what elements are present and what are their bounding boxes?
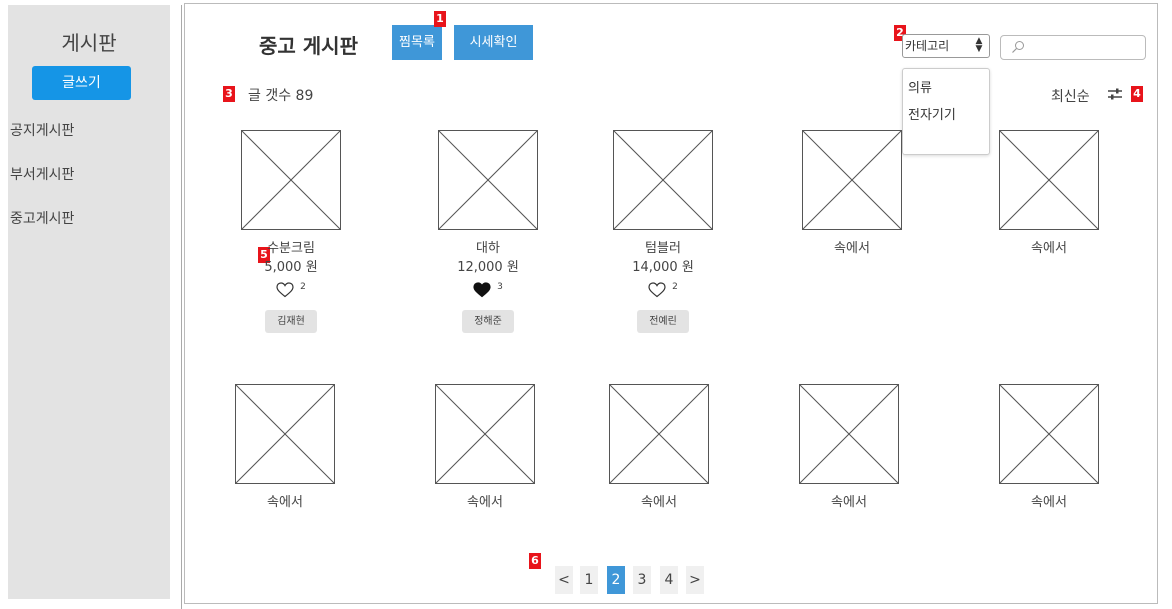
image-placeholder-icon[interactable]: [613, 130, 713, 230]
product-name: 속에서: [831, 495, 867, 510]
filter-sliders-icon[interactable]: [1107, 87, 1123, 101]
pagination-prev[interactable]: <: [555, 566, 573, 594]
like-count: 3: [497, 282, 503, 292]
image-placeholder-icon[interactable]: [609, 384, 709, 484]
pagination-page-1[interactable]: 1: [580, 566, 598, 594]
sidebar-item-department[interactable]: 부서게시판: [10, 164, 74, 184]
select-arrows-icon: ▲ ▼: [975, 36, 983, 54]
annotation-marker-3: 3: [223, 86, 235, 102]
product-card[interactable]: 속에서: [210, 384, 360, 512]
category-option-electronics[interactable]: 전자기기: [908, 104, 956, 123]
image-placeholder-icon[interactable]: [999, 130, 1099, 230]
product-card[interactable]: 속에서: [974, 384, 1124, 512]
image-placeholder-icon[interactable]: [438, 130, 538, 230]
heart-outline-icon[interactable]: [648, 282, 666, 298]
product-name: 속에서: [467, 495, 503, 510]
author-tag[interactable]: 정해준: [462, 310, 514, 333]
sort-select[interactable]: 최신순: [1051, 86, 1090, 106]
product-name: 속에서: [1031, 241, 1067, 256]
like-count: 2: [300, 282, 306, 292]
annotation-marker-6: 6: [529, 553, 541, 569]
post-count: 글 갯수 89: [248, 88, 314, 104]
search-input[interactable]: [1000, 35, 1146, 60]
product-name: 속에서: [267, 495, 303, 510]
product-name: 수분크림: [267, 241, 315, 256]
like-control: 3: [413, 282, 563, 302]
category-select[interactable]: 카테고리 ▲ ▼: [902, 34, 990, 58]
annotation-marker-4: 4: [1131, 86, 1143, 102]
like-count: 2: [672, 282, 678, 292]
product-price: 5,000 원: [264, 260, 318, 275]
sidebar: 게시판 글쓰기 공지게시판 부서게시판 중고게시판: [8, 5, 170, 599]
product-name: 속에서: [641, 495, 677, 510]
wishlist-button[interactable]: 찜목록: [392, 25, 442, 60]
image-placeholder-icon[interactable]: [999, 384, 1099, 484]
pagination-next[interactable]: >: [686, 566, 704, 594]
sidebar-item-notice[interactable]: 공지게시판: [10, 120, 74, 140]
product-price: 12,000 원: [457, 260, 519, 275]
product-card[interactable]: 속에서: [584, 384, 734, 512]
annotation-marker-1: 1: [434, 11, 446, 27]
product-price: 14,000 원: [632, 260, 694, 275]
sidebar-item-used-market[interactable]: 중고게시판: [10, 208, 74, 228]
category-option-clothing[interactable]: 의류: [908, 77, 932, 96]
like-control: 2: [216, 282, 366, 302]
category-select-value: 카테고리: [905, 39, 950, 53]
pagination-page-4[interactable]: 4: [660, 566, 678, 594]
image-placeholder-icon[interactable]: [799, 384, 899, 484]
search-icon: [1012, 41, 1024, 53]
image-placeholder-icon[interactable]: [802, 130, 902, 230]
price-check-button[interactable]: 시세확인: [454, 25, 533, 60]
product-name: 텀블러: [645, 241, 681, 256]
product-card[interactable]: 속에서: [410, 384, 560, 512]
like-control: 2: [588, 282, 738, 302]
write-post-button[interactable]: 글쓰기: [32, 66, 131, 100]
product-card[interactable]: 속에서: [777, 130, 927, 258]
pagination-page-2[interactable]: 2: [607, 566, 625, 594]
sidebar-title: 게시판: [61, 31, 117, 55]
image-placeholder-icon[interactable]: [435, 384, 535, 484]
author-tag[interactable]: 김재현: [265, 310, 317, 333]
product-card[interactable]: 텀블러 14,000 원 2 전예린: [588, 130, 738, 333]
heart-outline-icon[interactable]: [276, 282, 294, 298]
pagination-page-3[interactable]: 3: [633, 566, 651, 594]
image-placeholder-icon[interactable]: [235, 384, 335, 484]
product-name: 속에서: [1031, 495, 1067, 510]
author-tag[interactable]: 전예린: [637, 310, 689, 333]
divider: [181, 5, 182, 609]
product-card[interactable]: 대하 12,000 원 3 정해준: [413, 130, 563, 333]
product-name: 대하: [476, 241, 500, 256]
product-card[interactable]: 수분크림 5,000 원 2 김재현: [216, 130, 366, 333]
product-card[interactable]: 속에서: [974, 130, 1124, 258]
product-name: 속에서: [834, 241, 870, 256]
heart-filled-icon[interactable]: [473, 282, 491, 298]
product-card[interactable]: 속에서: [774, 384, 924, 512]
page-title: 중고 게시판: [259, 34, 358, 58]
image-placeholder-icon[interactable]: [241, 130, 341, 230]
